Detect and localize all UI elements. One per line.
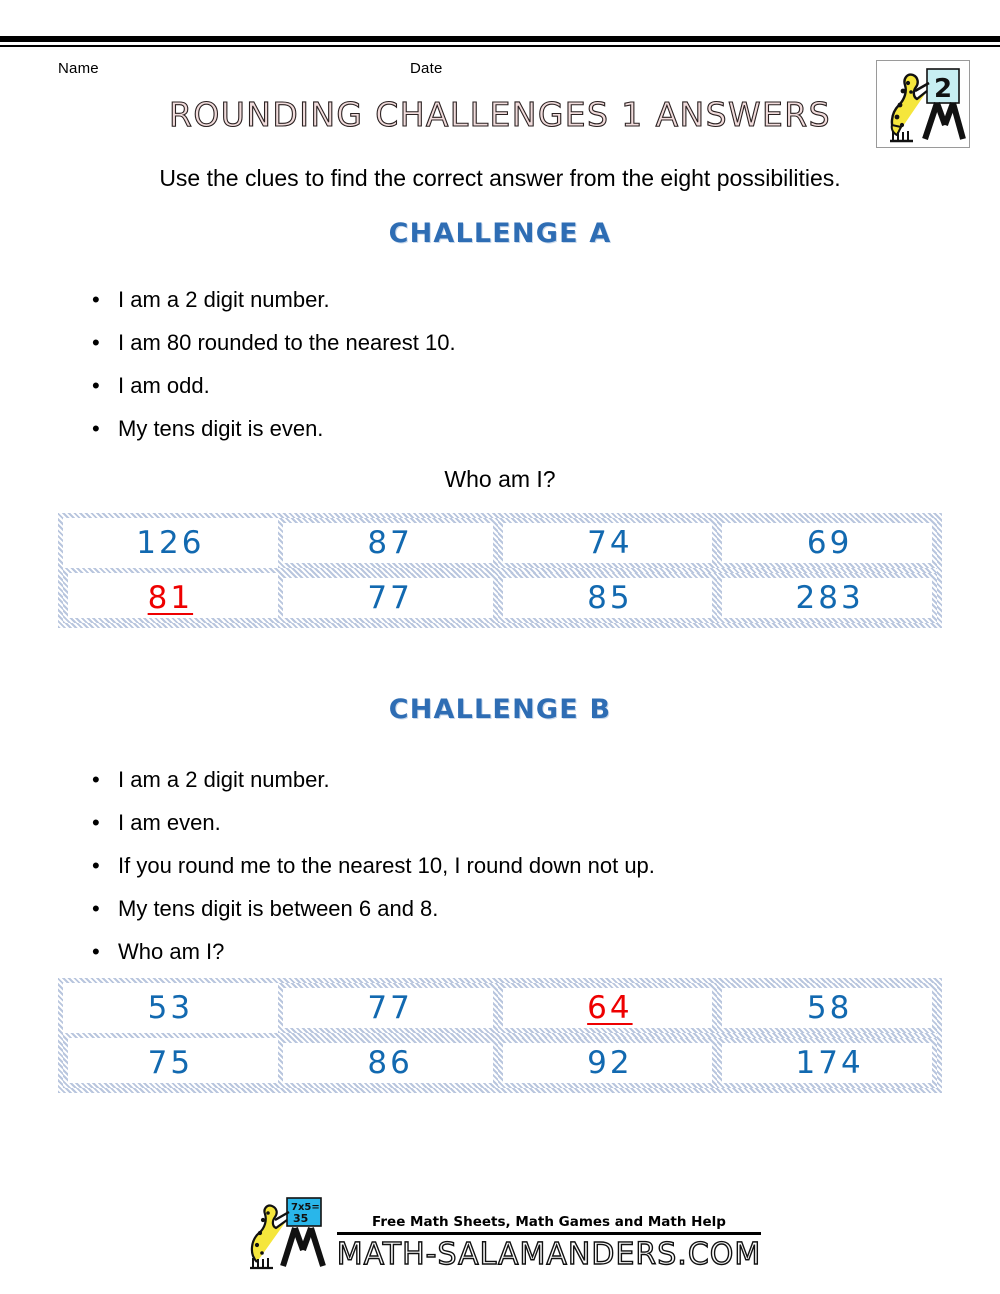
answer-option[interactable]: 174 <box>717 1038 937 1088</box>
bullet-icon: • <box>92 287 100 312</box>
clue-text: I am even. <box>118 810 221 835</box>
table-row: 81 77 85 283 <box>63 568 937 623</box>
answer-option[interactable]: 126 <box>63 518 278 568</box>
clue-item: • I am even. <box>88 801 655 844</box>
clue-item: • I am a 2 digit number. <box>88 758 655 801</box>
answer-option[interactable]: 86 <box>277 1038 498 1088</box>
challenge-a-answer-grid: 126 87 74 69 81 77 85 283 <box>58 513 942 628</box>
answer-option[interactable]: 87 <box>277 518 498 568</box>
answer-option[interactable]: 283 <box>717 573 937 623</box>
bullet-icon: • <box>92 373 100 398</box>
clue-text: I am a 2 digit number. <box>118 767 330 792</box>
clue-text: My tens digit is between 6 and 8. <box>118 896 439 921</box>
clue-item: • I am odd. <box>88 364 456 407</box>
challenge-b-answer-grid: 53 77 64 58 75 86 92 174 <box>58 978 942 1093</box>
page-title: ROUNDING CHALLENGES 1 ANSWERS <box>168 94 831 134</box>
table-row: 53 77 64 58 <box>63 983 937 1033</box>
clue-item: • If you round me to the nearest 10, I r… <box>88 844 655 887</box>
clue-item: • I am a 2 digit number. <box>88 278 456 321</box>
bullet-icon: • <box>92 330 100 355</box>
intro-instruction: Use the clues to find the correct answer… <box>159 165 841 191</box>
answer-option[interactable]: 74 <box>497 518 718 568</box>
name-label: Name <box>58 60 99 77</box>
salamander-math-logo-icon: 7x5= 35 <box>239 1196 335 1272</box>
table-row: 75 86 92 174 <box>63 1033 937 1088</box>
footer: 7x5= 35 Free Math Sheets, Math Games and… <box>0 1196 1000 1273</box>
challenge-a-clue-list: • I am a 2 digit number. • I am 80 round… <box>88 278 456 450</box>
date-label: Date <box>410 60 443 77</box>
bullet-icon: • <box>92 853 100 878</box>
clue-text: I am odd. <box>118 373 210 398</box>
answer-option[interactable]: 85 <box>497 573 718 623</box>
clue-item: • Who am I? <box>88 930 655 973</box>
clue-text: My tens digit is even. <box>118 416 324 441</box>
top-rule-thin <box>0 45 1000 47</box>
bullet-icon: • <box>92 810 100 835</box>
clue-item: • My tens digit is between 6 and 8. <box>88 887 655 930</box>
answer-option[interactable]: 69 <box>717 518 937 568</box>
clue-item: • I am 80 rounded to the nearest 10. <box>88 321 456 364</box>
bullet-icon: • <box>92 939 100 964</box>
answer-option[interactable]: 77 <box>277 983 498 1033</box>
challenge-a-question: Who am I? <box>444 466 556 492</box>
challenge-b-clue-list: • I am a 2 digit number. • I am even. • … <box>88 758 655 973</box>
table-row: 126 87 74 69 <box>63 518 937 568</box>
answer-option[interactable]: 75 <box>63 1038 278 1088</box>
clue-text: If you round me to the nearest 10, I rou… <box>118 853 655 878</box>
clue-text: I am 80 rounded to the nearest 10. <box>118 330 456 355</box>
answer-option[interactable]: 58 <box>717 983 937 1033</box>
board-line-2: 35 <box>293 1212 308 1225</box>
challenge-a-heading: CHALLENGE A <box>388 218 612 249</box>
answer-option[interactable]: 53 <box>63 983 278 1033</box>
top-rule-thick <box>0 36 1000 42</box>
answer-option[interactable]: 77 <box>277 573 498 623</box>
footer-tagline: Free Math Sheets, Math Games and Math He… <box>336 1214 762 1235</box>
footer-domain[interactable]: MATH-SALAMANDERS.COM <box>336 1235 762 1272</box>
challenge-b-heading: CHALLENGE B <box>388 694 612 725</box>
bullet-icon: • <box>92 416 100 441</box>
footer-text-block: Free Math Sheets, Math Games and Math He… <box>336 1214 762 1273</box>
clue-text: Who am I? <box>118 939 225 964</box>
answer-option[interactable]: 92 <box>497 1038 718 1088</box>
answer-option-correct[interactable]: 81 <box>63 573 278 623</box>
bullet-icon: • <box>92 767 100 792</box>
answer-option-correct[interactable]: 64 <box>497 983 718 1033</box>
clue-item: • My tens digit is even. <box>88 407 456 450</box>
clue-text: I am a 2 digit number. <box>118 287 330 312</box>
bullet-icon: • <box>92 896 100 921</box>
